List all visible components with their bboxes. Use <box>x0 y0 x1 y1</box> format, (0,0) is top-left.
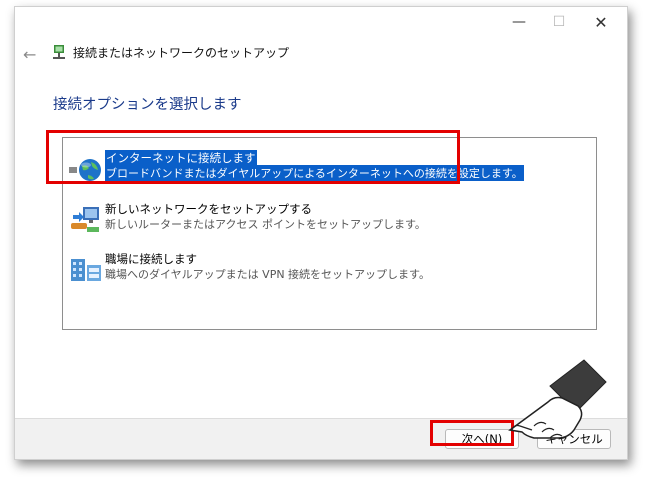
back-arrow-icon[interactable]: ← <box>23 45 36 64</box>
title-bar: — ☐ ✕ <box>15 7 627 37</box>
workplace-icon <box>71 259 101 281</box>
minimize-button[interactable]: — <box>499 7 539 37</box>
app-title: 接続またはネットワークのセットアップ <box>73 46 290 60</box>
network-setup-icon <box>53 45 65 59</box>
maximize-button[interactable]: ☐ <box>539 7 579 37</box>
router-icon <box>71 207 99 232</box>
option-connect-internet[interactable]: インターネットに接続します ブロードバンドまたはダイヤルアップによるインターネッ… <box>63 148 596 188</box>
pointing-hand-icon <box>508 359 607 439</box>
option-connect-workplace[interactable]: 職場に接続します 職場へのダイヤルアップまたは VPN 接続をセットアップします… <box>63 249 596 289</box>
option-title: 職場に接続します <box>105 252 197 266</box>
close-button[interactable]: ✕ <box>581 7 621 37</box>
option-description: 新しいルーターまたはアクセス ポイントをセットアップします。 <box>105 218 426 231</box>
option-title: 新しいネットワークをセットアップする <box>105 202 312 216</box>
option-description: 職場へのダイヤルアップまたは VPN 接続をセットアップします。 <box>105 268 430 281</box>
connection-options-list: インターネットに接続します ブロードバンドまたはダイヤルアップによるインターネッ… <box>62 137 597 330</box>
globe-icon <box>69 159 101 181</box>
page-title: 接続オプションを選択します <box>53 97 242 113</box>
option-title: インターネットに接続します <box>105 150 257 166</box>
option-description: ブロードバンドまたはダイヤルアップによるインターネットへの接続を設定します。 <box>105 165 524 181</box>
option-new-network[interactable]: 新しいネットワークをセットアップする 新しいルーターまたはアクセス ポイントをセ… <box>63 199 596 239</box>
